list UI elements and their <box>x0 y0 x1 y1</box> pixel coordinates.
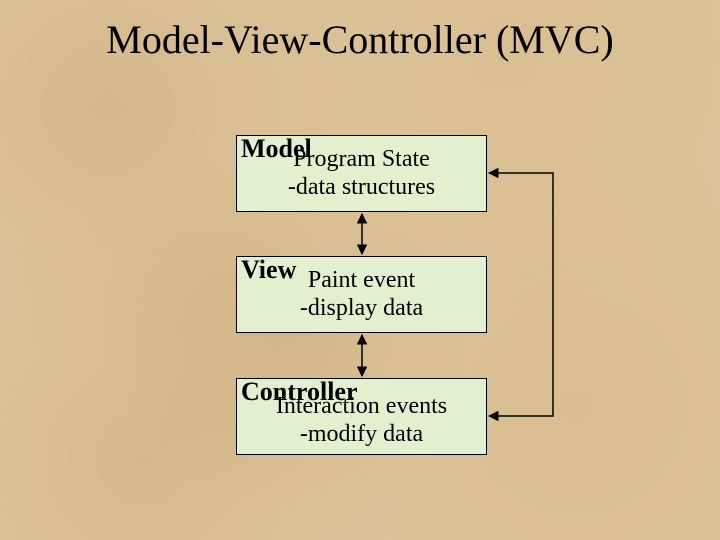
controller-box: Controller Interaction events -modify da… <box>236 378 487 455</box>
view-line1: Paint event <box>237 267 486 295</box>
model-box: Model Program State -data structures <box>236 135 487 212</box>
controller-line2: -modify data <box>237 421 486 449</box>
model-line2: -data structures <box>237 174 486 202</box>
controller-line1: Interaction events <box>237 393 486 421</box>
view-box: View Paint event -display data <box>236 256 487 333</box>
view-line2: -display data <box>237 295 486 323</box>
arrow-model-controller <box>489 173 553 416</box>
page-title: Model-View-Controller (MVC) <box>0 16 720 63</box>
model-line1: Program State <box>237 146 486 174</box>
